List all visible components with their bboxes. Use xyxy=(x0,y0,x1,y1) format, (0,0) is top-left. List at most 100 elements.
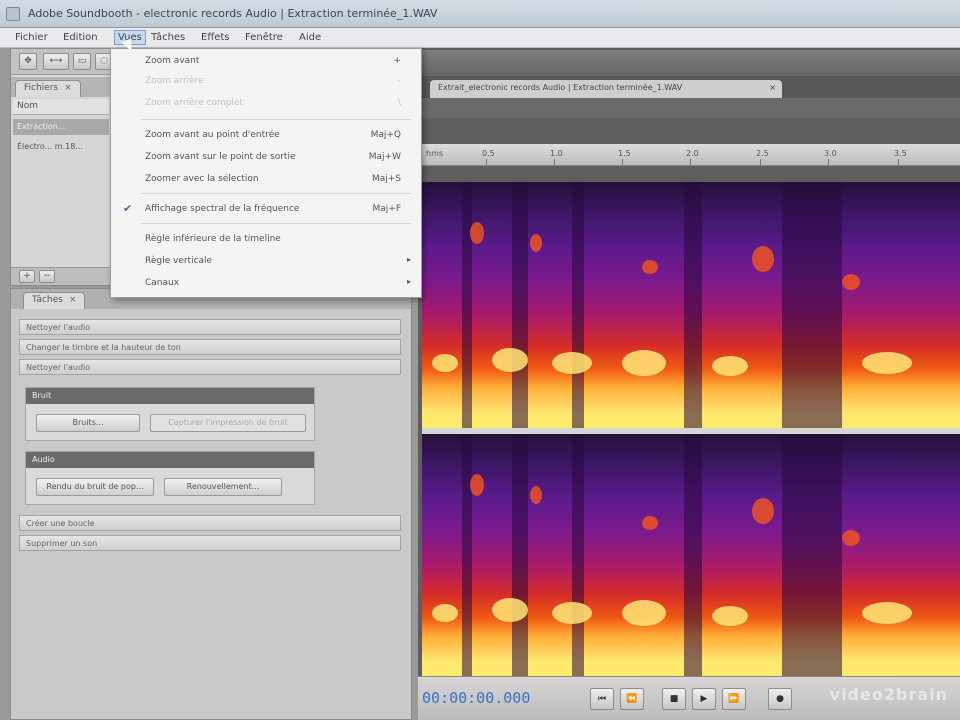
menu-item-zoom-in[interactable]: Zoom avant + xyxy=(111,53,421,71)
spectral-blob xyxy=(492,348,528,372)
menu-item-zoom-out-point[interactable]: Zoom avant sur le point de sortie Maj+W xyxy=(111,149,421,167)
capture-noise-print-button[interactable]: Capturer l'impression de bruit xyxy=(150,414,306,432)
spectral-band xyxy=(782,182,842,428)
document-tab-label: Extrait_electronic records Audio | Extra… xyxy=(438,83,683,92)
group-bruit: Bruit Bruits... Capturer l'impression de… xyxy=(25,387,315,441)
menu-bar: Fichier Edition Vues Tâches Effets Fenêt… xyxy=(0,28,960,48)
spectral-blob xyxy=(752,246,774,272)
app-icon xyxy=(6,7,20,21)
spectral-blob xyxy=(530,234,542,252)
editor-tabstrip: Extrait_electronic records Audio | Extra… xyxy=(418,76,960,98)
file-row[interactable]: Électro... m.18... xyxy=(13,139,109,155)
tab-fichiers[interactable]: Fichiers × xyxy=(15,80,81,97)
menu-separator xyxy=(141,119,411,120)
menu-item-vertical-ruler[interactable]: Règle verticale ▸ xyxy=(111,253,421,271)
menu-fichier[interactable]: Fichier xyxy=(12,31,51,46)
spectral-band xyxy=(462,434,472,676)
group-bruit-header: Bruit xyxy=(26,388,314,404)
menu-item-channels[interactable]: Canaux ▸ xyxy=(111,275,421,293)
renewal-button[interactable]: Renouvellement... xyxy=(164,478,282,496)
column-header-name[interactable]: Nom xyxy=(13,99,109,115)
menu-taches[interactable]: Tâches xyxy=(148,31,188,46)
menu-item-label: Zoom avant xyxy=(145,56,200,66)
editor-panel: Extrait_electronic records Audio | Extra… xyxy=(418,48,960,720)
file-row[interactable]: Extraction... xyxy=(13,119,109,135)
section-change-pitch[interactable]: Changer le timbre et la hauteur de ton xyxy=(19,339,401,355)
menu-item-label: Zoom arrière complet xyxy=(145,98,244,108)
spectral-blob xyxy=(470,222,484,244)
pop-noise-button[interactable]: Rendu du bruit de pop... xyxy=(36,478,154,496)
spectral-band xyxy=(782,434,842,676)
section-create-loop[interactable]: Créer une boucle xyxy=(19,515,401,531)
ruler-label: 0.5 xyxy=(482,149,495,158)
frequency-select-tool-icon[interactable]: ▭ xyxy=(73,53,91,70)
spectral-band xyxy=(512,182,528,428)
menu-item-bottom-ruler[interactable]: Règle inférieure de la timeline xyxy=(111,231,421,249)
spectral-blob xyxy=(530,486,542,504)
spectral-band xyxy=(572,434,584,676)
spectral-band xyxy=(684,434,702,676)
tab-taches[interactable]: Tâches × xyxy=(23,292,86,309)
add-file-icon[interactable]: + xyxy=(19,270,35,283)
menu-item-zoom-in-point[interactable]: Zoom avant au point d'entrée Maj+Q xyxy=(111,127,421,145)
section-clean-audio[interactable]: Nettoyer l'audio xyxy=(19,319,401,335)
noise-button[interactable]: Bruits... xyxy=(36,414,140,432)
close-icon[interactable]: × xyxy=(69,295,77,305)
spectral-blob xyxy=(622,350,666,376)
menu-item-label: Zoom avant sur le point de sortie xyxy=(145,152,296,162)
ruler-tick xyxy=(554,159,555,165)
menu-item-label: Zoomer avec la sélection xyxy=(145,174,259,184)
stop-icon[interactable]: ■ xyxy=(662,688,686,710)
menu-item-zoom-selection[interactable]: Zoomer avec la sélection Maj+S xyxy=(111,171,421,189)
section-remove-sound[interactable]: Supprimer un son xyxy=(19,535,401,551)
spectral-blob xyxy=(712,606,748,626)
menu-item-spectral-display[interactable]: ✔ Affichage spectral de la fréquence Maj… xyxy=(111,201,421,219)
ruler-tick xyxy=(898,159,899,165)
spectral-blob xyxy=(712,356,748,376)
spectrogram-channel-left[interactable] xyxy=(422,182,960,428)
view-menu-dropdown: Zoom avant + Zoom arrière - Zoom arrière… xyxy=(110,48,422,298)
time-ruler[interactable]: hms 0.5 1.0 1.5 2.0 2.5 3.0 3.5 xyxy=(422,144,960,166)
timecode-display[interactable]: 00:00:00.000 xyxy=(422,689,530,707)
ruler-tick xyxy=(690,159,691,165)
group-audio-header: Audio xyxy=(26,452,314,468)
close-icon[interactable]: × xyxy=(64,83,72,93)
menu-item-zoom-out[interactable]: Zoom arrière - xyxy=(111,73,421,91)
menu-effets[interactable]: Effets xyxy=(198,31,233,46)
submenu-arrow-icon: ▸ xyxy=(406,277,411,286)
menu-fenetre[interactable]: Fenêtre xyxy=(242,31,286,46)
tab-document[interactable]: Extrait_electronic records Audio | Extra… xyxy=(430,80,782,98)
spectral-blob xyxy=(862,602,912,624)
menu-item-label: Canaux xyxy=(145,278,180,288)
menu-aide[interactable]: Aide xyxy=(296,31,324,46)
spectral-blob xyxy=(492,598,528,622)
menu-item-label: Règle inférieure de la timeline xyxy=(145,234,281,244)
video2brain-watermark: video2brain xyxy=(829,685,948,704)
spectral-blob xyxy=(622,600,666,626)
menu-item-shortcut: \ xyxy=(397,98,401,108)
menu-item-shortcut: - xyxy=(397,76,401,86)
play-icon[interactable]: ▶ xyxy=(692,688,716,710)
menu-item-zoom-out-full[interactable]: Zoom arrière complet \ xyxy=(111,95,421,113)
spectral-blob xyxy=(752,498,774,524)
menu-edition[interactable]: Edition xyxy=(60,31,101,46)
rewind-icon[interactable]: ⏪ xyxy=(620,688,644,710)
close-icon[interactable]: × xyxy=(769,83,776,92)
remove-file-icon[interactable]: − xyxy=(39,270,55,283)
editor-toolbar xyxy=(418,50,960,76)
menu-separator xyxy=(141,223,411,224)
spectral-blob xyxy=(862,352,912,374)
ruler-label: 2.5 xyxy=(756,149,769,158)
menu-item-label: Zoom arrière xyxy=(145,76,204,86)
tasks-panel: Tâches × Nettoyer l'audio Changer le timb… xyxy=(10,288,412,720)
record-icon[interactable]: ● xyxy=(768,688,792,710)
submenu-arrow-icon: ▸ xyxy=(406,255,411,264)
section-clean-audio-open[interactable]: Nettoyer l'audio xyxy=(19,359,401,375)
rewind-start-icon[interactable]: ⏮ xyxy=(590,688,614,710)
time-select-tool-icon[interactable]: ⟷ xyxy=(43,53,69,70)
hand-tool-icon[interactable]: ✥ xyxy=(19,53,37,70)
ruler-label: hms xyxy=(426,149,444,158)
spectrogram-channel-right[interactable] xyxy=(422,434,960,676)
spectral-blob xyxy=(842,530,860,546)
forward-icon[interactable]: ⏩ xyxy=(722,688,746,710)
